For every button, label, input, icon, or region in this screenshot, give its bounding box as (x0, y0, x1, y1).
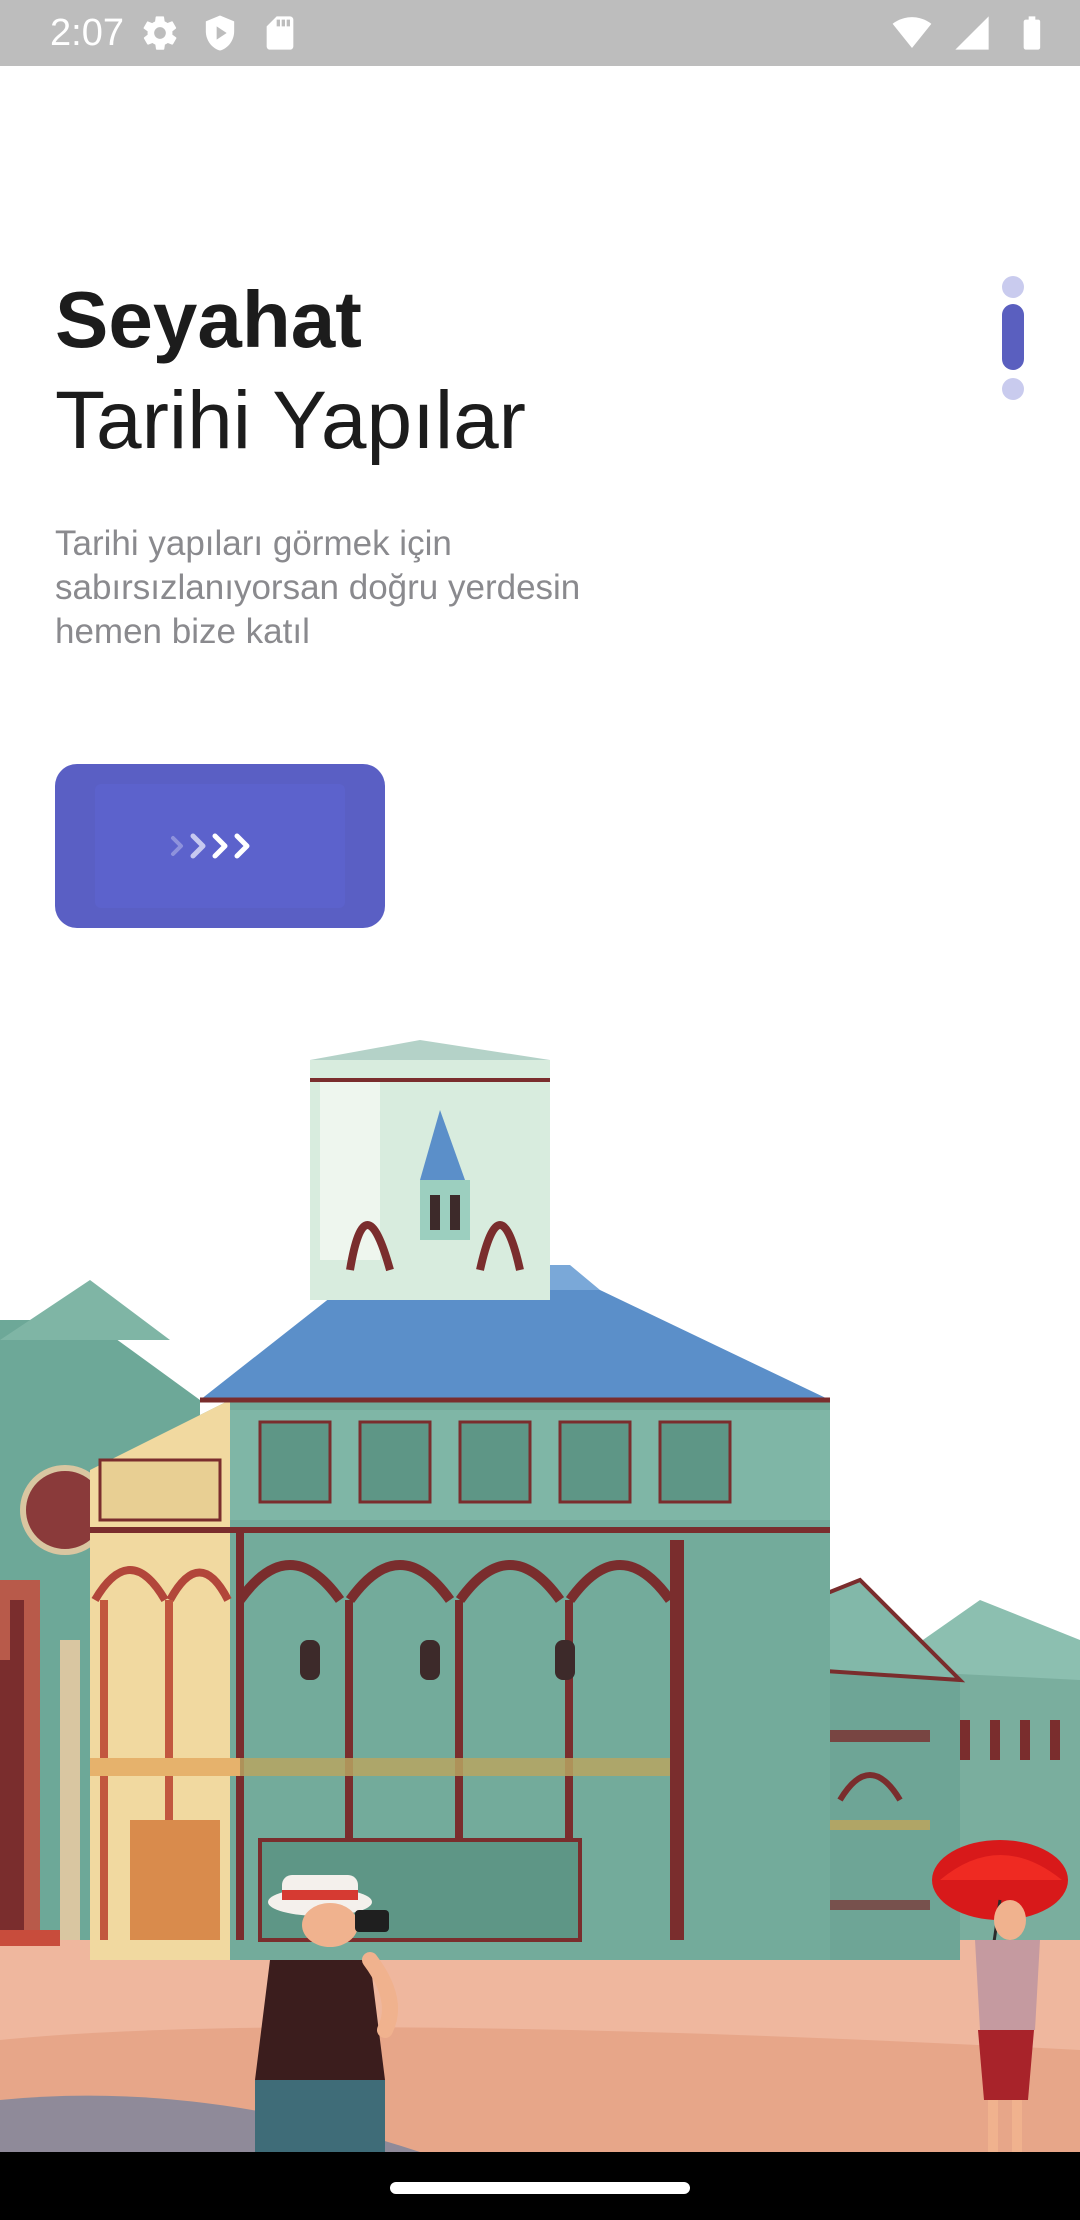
historic-building-illustration (0, 1040, 1080, 2152)
battery-icon (1023, 16, 1041, 50)
page-subtitle: Tarihi Yapılar (55, 375, 526, 466)
cell-signal-icon (955, 16, 989, 50)
home-gesture-handle[interactable] (390, 2182, 690, 2194)
sd-card-icon (266, 16, 294, 50)
page-dot-1 (1002, 276, 1024, 298)
next-button[interactable] (55, 764, 385, 928)
status-bar: 2:07 (0, 0, 1080, 66)
navigation-bar (0, 2152, 1080, 2220)
page-dot-2-active (1002, 304, 1024, 370)
status-icons-left (140, 13, 300, 53)
chevron-arrows-icon (171, 833, 250, 859)
onboarding-description: Tarihi yapıları görmek için sabırsızlanı… (55, 524, 581, 651)
settings-icon (143, 16, 177, 50)
status-time: 2:07 (50, 12, 124, 54)
page-title: Seyahat (55, 275, 362, 364)
florence-baptistery-image (0, 1040, 1080, 2152)
page-indicator (1002, 276, 1024, 400)
status-icons-right (892, 13, 1052, 53)
wifi-icon (892, 17, 932, 48)
play-protect-icon (205, 15, 235, 51)
page-dot-3 (1002, 378, 1024, 400)
